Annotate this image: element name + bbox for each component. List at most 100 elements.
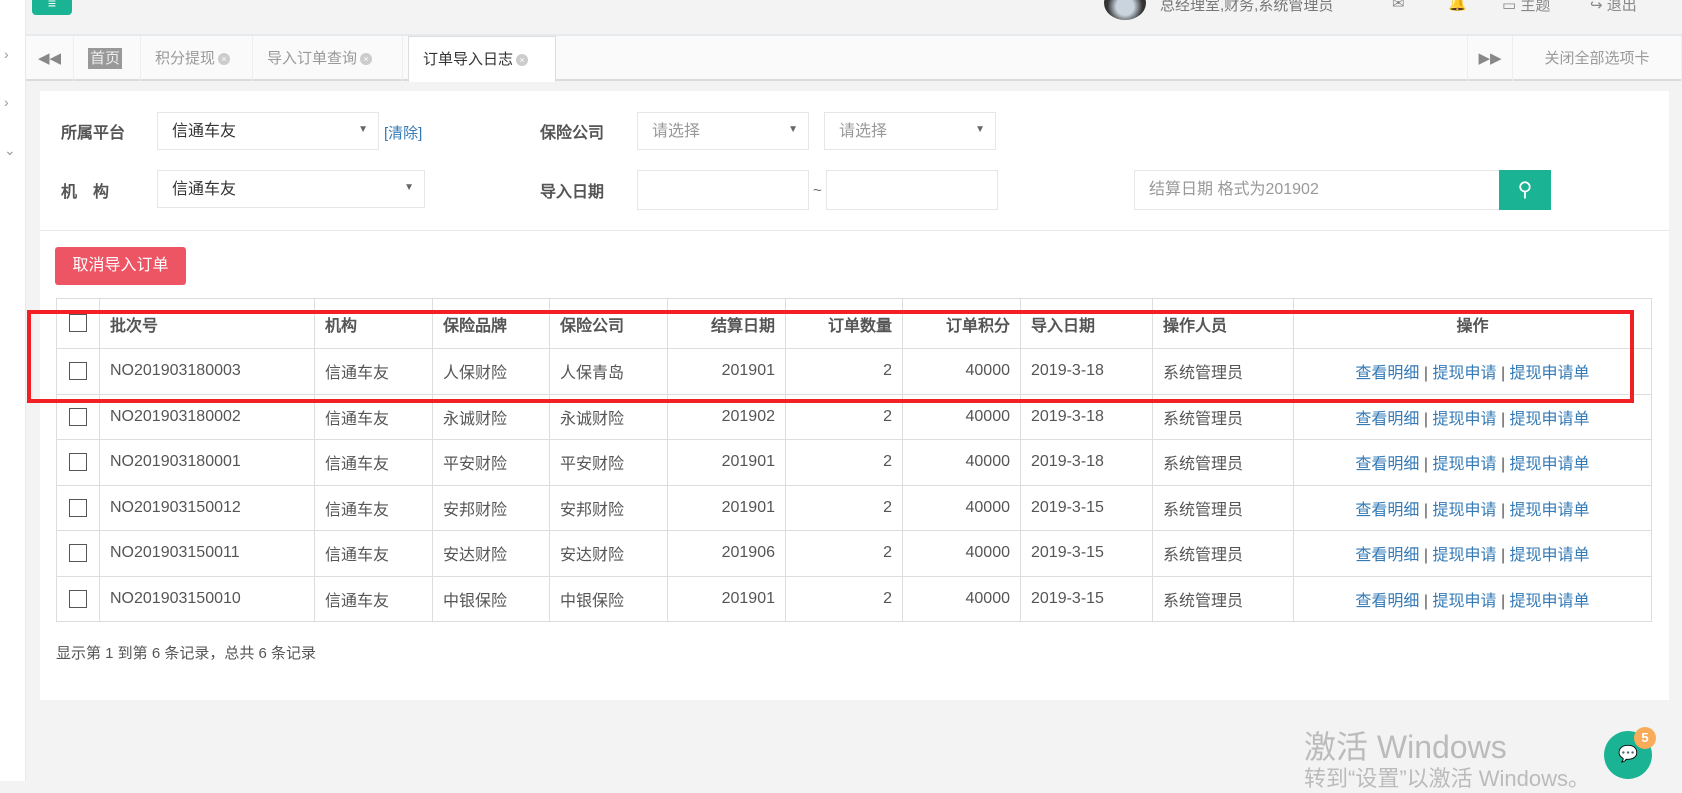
- logout-label: 退出: [1606, 0, 1637, 14]
- cell-import-date: 2019-3-15: [1020, 530, 1153, 577]
- mail-icon[interactable]: ✉: [1392, 0, 1405, 12]
- cell-settle-date: 201901: [667, 439, 786, 486]
- cell-actions: 查看明细 | 提现申请 | 提现申请单: [1293, 575, 1652, 622]
- cell-points: 40000: [902, 575, 1021, 622]
- import-date-label: 导入日期: [540, 184, 605, 201]
- cell-order-count: 2: [785, 484, 903, 531]
- menu-toggle-button[interactable]: ≡: [32, 0, 72, 15]
- view-detail-link[interactable]: 查看明细: [1355, 411, 1419, 428]
- scroll-left-button[interactable]: ◀◀: [26, 36, 74, 81]
- chevron-right-icon[interactable]: ›: [4, 46, 9, 62]
- cell-brand: 中银保险: [432, 575, 550, 622]
- bell-icon[interactable]: 🔔: [1448, 0, 1467, 12]
- platform-label: 所属平台: [61, 125, 126, 142]
- insurer-select-2[interactable]: 请选择 ▼: [824, 112, 996, 150]
- cell-operator: 系统管理员: [1152, 484, 1294, 531]
- cell-operator: 系统管理员: [1152, 530, 1294, 577]
- cell-insurer: 平安财险: [549, 439, 668, 486]
- divider: [40, 230, 1669, 231]
- cell-org: 信通车友: [314, 575, 433, 622]
- cell-batch-no: NO201903150011: [99, 530, 315, 577]
- withdraw-apply-link[interactable]: 提现申请: [1432, 456, 1496, 473]
- row-checkbox[interactable]: [56, 439, 100, 486]
- cell-settle-date: 201901: [667, 575, 786, 622]
- tab-order-import-log[interactable]: 订单导入日志 ×: [408, 36, 556, 82]
- withdraw-apply-link[interactable]: 提现申请: [1432, 502, 1496, 519]
- chevron-right-icon[interactable]: ›: [4, 94, 9, 110]
- cell-import-date: 2019-3-15: [1020, 575, 1153, 622]
- clear-link[interactable]: [清除]: [384, 122, 422, 143]
- close-all-tabs-button[interactable]: 关闭全部选项卡: [1513, 36, 1682, 81]
- close-icon[interactable]: ×: [516, 54, 529, 66]
- scroll-right-button[interactable]: ▶▶: [1467, 36, 1513, 81]
- cell-org: 信通车友: [314, 484, 433, 531]
- caret-down-icon: ▼: [975, 124, 985, 135]
- cell-insurer: 安达财险: [549, 530, 668, 577]
- user-name[interactable]: 总经理室,财务,系统管理员: [1160, 0, 1333, 15]
- withdraw-form-link[interactable]: 提现申请单: [1510, 456, 1590, 473]
- cell-points: 40000: [902, 530, 1021, 577]
- org-select[interactable]: 信通车友 ▼: [157, 170, 425, 208]
- tab-home[interactable]: 首页: [74, 36, 141, 81]
- cancel-import-button[interactable]: 取消导入订单: [55, 247, 186, 285]
- cell-org: 信通车友: [314, 530, 433, 577]
- platform-select[interactable]: 信通车友 ▼: [157, 112, 379, 150]
- cell-org: 信通车友: [314, 439, 433, 486]
- top-navbar: [26, 0, 1682, 35]
- cell-points: 40000: [902, 484, 1021, 531]
- insurer-label: 保险公司: [540, 125, 605, 142]
- cell-insurer: 安邦财险: [549, 484, 668, 531]
- cell-brand: 平安财险: [432, 439, 550, 486]
- tab-label: 积分提现: [155, 50, 216, 67]
- tab-points-withdraw[interactable]: 积分提现 ×: [141, 36, 253, 81]
- view-detail-link[interactable]: 查看明细: [1355, 593, 1419, 610]
- search-button[interactable]: ⚲: [1499, 170, 1551, 210]
- withdraw-apply-link[interactable]: 提现申请: [1432, 547, 1496, 564]
- close-icon[interactable]: ×: [360, 53, 373, 65]
- org-value: 信通车友: [172, 181, 237, 198]
- cell-import-date: 2019-3-15: [1020, 484, 1153, 531]
- cell-batch-no: NO201903150010: [99, 575, 315, 622]
- table-row: NO201903150010 信通车友 中银保险 中银保险 201901 2 40000 20…: [56, 575, 1652, 622]
- view-detail-link[interactable]: 查看明细: [1355, 547, 1419, 564]
- withdraw-form-link[interactable]: 提现申请单: [1510, 411, 1590, 428]
- close-icon[interactable]: ×: [218, 53, 231, 65]
- withdraw-apply-link[interactable]: 提现申请: [1432, 593, 1496, 610]
- chevron-down-icon[interactable]: ⌄: [4, 142, 16, 159]
- withdraw-form-link[interactable]: 提现申请单: [1510, 547, 1590, 564]
- row-checkbox[interactable]: [56, 484, 100, 531]
- cell-actions: 查看明细 | 提现申请 | 提现申请单: [1293, 439, 1652, 486]
- date-separator: ~: [813, 182, 822, 199]
- sidebar: › › ⌄: [0, 0, 26, 781]
- withdraw-apply-link[interactable]: 提现申请: [1432, 411, 1496, 428]
- tab-label: 订单导入日志: [423, 51, 514, 68]
- cell-points: 40000: [902, 439, 1021, 486]
- row-checkbox[interactable]: [56, 575, 100, 622]
- platform-value: 信通车友: [172, 123, 237, 140]
- cell-operator: 系统管理员: [1152, 439, 1294, 486]
- placeholder: 请选择: [839, 123, 888, 140]
- watermark-line2: 转到“设置”以激活 Windows。: [1304, 766, 1591, 791]
- import-date-start-input[interactable]: [637, 170, 809, 210]
- cell-operator: 系统管理员: [1152, 575, 1294, 622]
- tab-import-order-query[interactable]: 导入订单查询 ×: [253, 36, 403, 81]
- chat-badge: 5: [1634, 727, 1656, 749]
- table-row: NO201903150011 信通车友 安达财险 安达财险 201906 2 40000 20…: [56, 530, 1652, 577]
- org-label: 机 构: [61, 184, 110, 201]
- caret-down-icon: ▼: [788, 124, 798, 135]
- pagination-info: 显示第 1 到第 6 条记录，总共 6 条记录: [56, 645, 317, 662]
- withdraw-form-link[interactable]: 提现申请单: [1510, 593, 1590, 610]
- cell-settle-date: 201906: [667, 530, 786, 577]
- settle-date-input[interactable]: 结算日期 格式为201902: [1134, 170, 1500, 210]
- cell-settle-date: 201901: [667, 484, 786, 531]
- view-detail-link[interactable]: 查看明细: [1355, 456, 1419, 473]
- caret-down-icon: ▼: [358, 124, 368, 135]
- insurer-select-1[interactable]: 请选择 ▼: [637, 112, 809, 150]
- cell-order-count: 2: [785, 575, 903, 622]
- import-date-end-input[interactable]: [826, 170, 998, 210]
- theme-link[interactable]: ▭ 主题: [1502, 0, 1550, 15]
- row-checkbox[interactable]: [56, 530, 100, 577]
- withdraw-form-link[interactable]: 提现申请单: [1510, 502, 1590, 519]
- logout-link[interactable]: ↪ 退出: [1590, 0, 1637, 15]
- view-detail-link[interactable]: 查看明细: [1355, 502, 1419, 519]
